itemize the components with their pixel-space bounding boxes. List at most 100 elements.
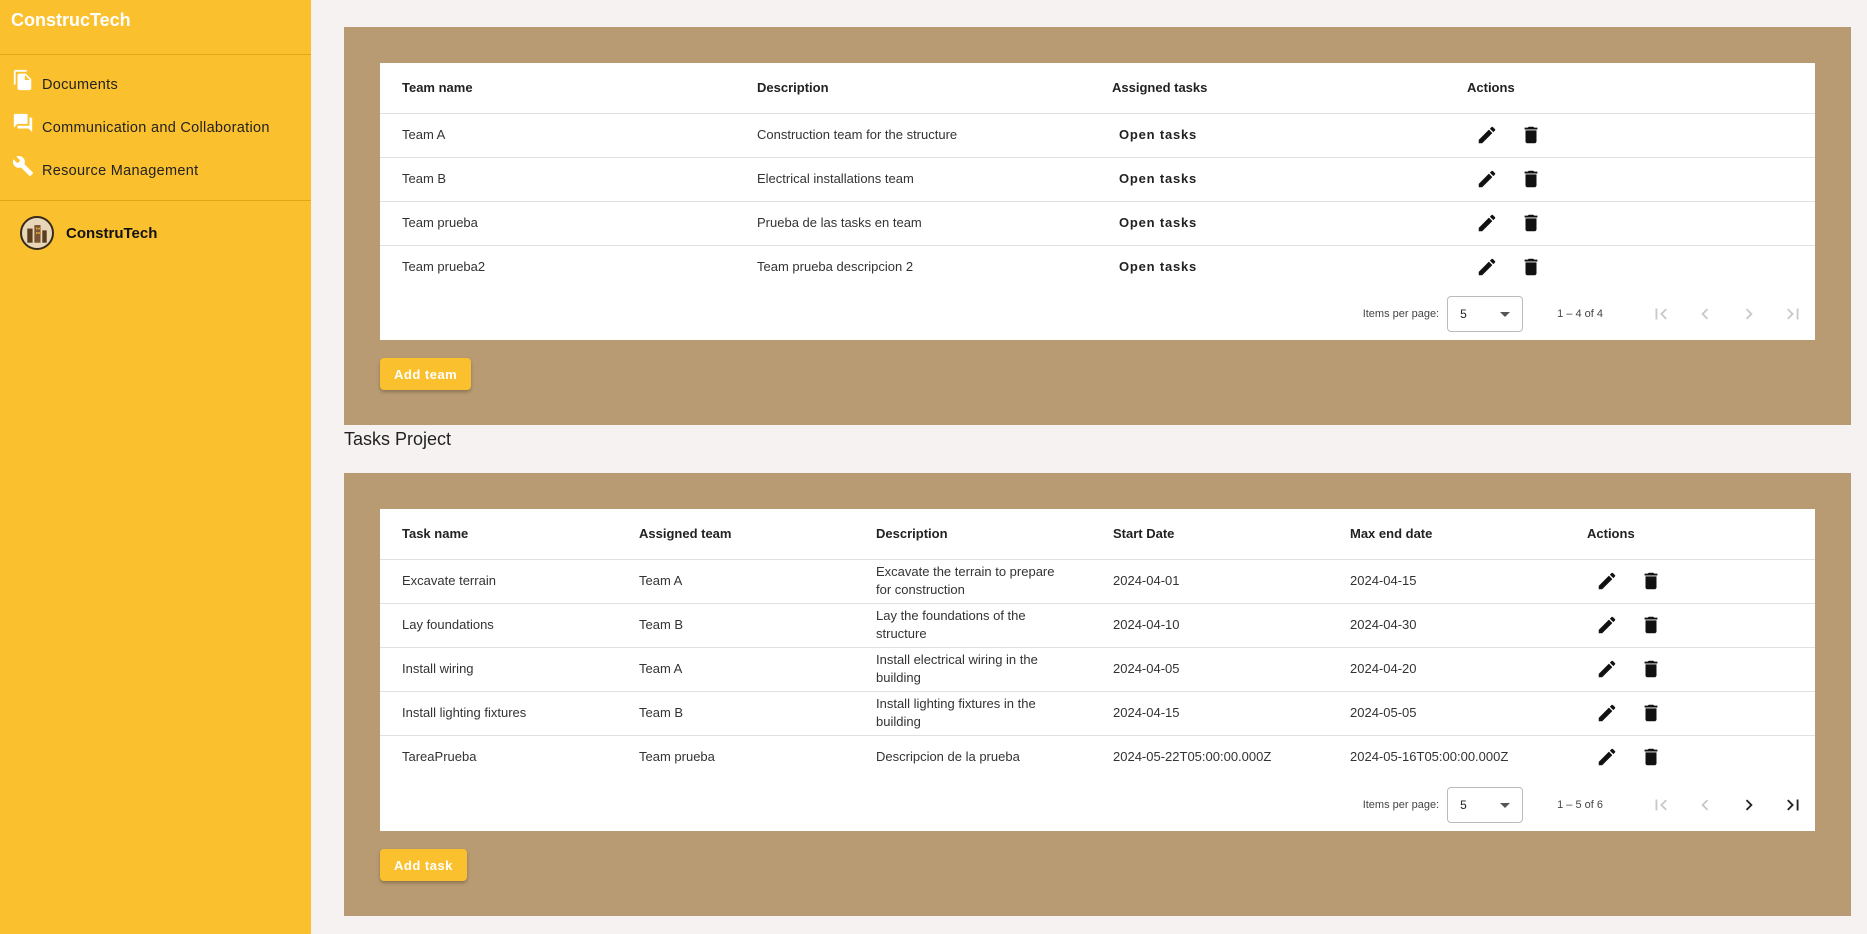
sidebar-item-label: Resource Management: [42, 162, 199, 179]
items-per-page-label: Items per page:: [1362, 308, 1440, 320]
sidebar-item-documents[interactable]: Documents: [0, 63, 311, 106]
teams-header-row: Team name Description Assigned tasks Act…: [380, 63, 1815, 114]
open-tasks-link[interactable]: Open tasks: [1112, 127, 1197, 142]
tasks-table-card: Task name Assigned team Description Star…: [380, 509, 1815, 831]
sidebar-item-label: Documents: [42, 76, 119, 93]
edit-icon[interactable]: [1476, 256, 1498, 278]
sidebar-item-communication[interactable]: Communication and Collaboration: [0, 106, 311, 149]
previous-page-button[interactable]: [1683, 294, 1727, 334]
edit-icon[interactable]: [1476, 124, 1498, 146]
tasks-panel: Task name Assigned team Description Star…: [344, 473, 1851, 916]
previous-page-button[interactable]: [1683, 785, 1727, 825]
delete-icon[interactable]: [1520, 124, 1542, 146]
tasks-header-row: Task name Assigned team Description Star…: [380, 509, 1815, 560]
task-start-date: 2024-04-10: [1091, 603, 1328, 648]
task-end-date: 2024-04-15: [1328, 559, 1565, 604]
profile-name: ConstruTech: [66, 224, 158, 242]
edit-icon[interactable]: [1596, 570, 1618, 592]
delete-icon[interactable]: [1640, 658, 1662, 680]
edit-icon[interactable]: [1596, 614, 1618, 636]
delete-icon[interactable]: [1640, 614, 1662, 636]
task-team: Team A: [617, 559, 854, 604]
edit-icon[interactable]: [1476, 168, 1498, 190]
row-actions: [1587, 614, 1793, 636]
task-description: Excavate the terrain to prepare for cons…: [854, 559, 1091, 604]
first-page-icon: [1655, 799, 1667, 811]
first-page-icon: [1655, 308, 1667, 320]
next-page-button[interactable]: [1727, 785, 1771, 825]
column-header[interactable]: Start Date: [1091, 509, 1328, 560]
column-header[interactable]: Max end date: [1328, 509, 1565, 560]
delete-icon[interactable]: [1640, 570, 1662, 592]
column-header[interactable]: Description: [735, 63, 1090, 114]
task-start-date: 2024-05-22T05:00:00.000Z: [1113, 749, 1272, 765]
next-page-button[interactable]: [1727, 294, 1771, 334]
page-range: 1 – 5 of 6: [1557, 799, 1603, 811]
delete-icon[interactable]: [1640, 746, 1662, 768]
column-header[interactable]: Team name: [380, 63, 735, 114]
delete-icon[interactable]: [1520, 256, 1542, 278]
task-description: Descripcion de la prueba: [876, 749, 1020, 765]
chevron-left-icon: [1701, 799, 1709, 811]
task-end-date: 2024-05-16T05:00:00.000Z: [1350, 749, 1509, 765]
items-per-page-select[interactable]: 5: [1447, 296, 1524, 332]
task-start-date: 2024-04-01: [1091, 559, 1328, 604]
table-row: Team A Construction team for the structu…: [380, 113, 1815, 158]
row-actions: [1587, 658, 1793, 680]
last-page-button[interactable]: [1771, 785, 1815, 825]
wrench-icon: [12, 155, 34, 176]
delete-icon[interactable]: [1640, 702, 1662, 724]
task-description: Install lighting fixtures in the buildin…: [854, 691, 1091, 736]
last-page-icon: [1787, 308, 1799, 320]
open-tasks-link[interactable]: Open tasks: [1112, 215, 1197, 230]
building-logo-icon: [22, 218, 52, 248]
last-page-button[interactable]: [1771, 294, 1815, 334]
add-task-button[interactable]: Add task: [380, 849, 467, 881]
first-page-button[interactable]: [1639, 785, 1683, 825]
chevron-left-icon: [1701, 308, 1709, 320]
delete-icon[interactable]: [1520, 212, 1542, 234]
task-name: Install lighting fixtures: [380, 691, 617, 736]
edit-icon[interactable]: [1596, 746, 1618, 768]
page-size-value: 5: [1460, 798, 1467, 812]
edit-icon[interactable]: [1476, 212, 1498, 234]
avatar: [20, 216, 54, 250]
documents-icon: [13, 69, 32, 90]
column-header[interactable]: Task name: [380, 509, 617, 560]
task-description: Install electrical wiring in the buildin…: [854, 647, 1091, 692]
edit-icon[interactable]: [1596, 702, 1618, 724]
column-header[interactable]: Assigned tasks: [1090, 63, 1445, 114]
table-row: TareaPrueba Team prueba Descripcion de l…: [380, 735, 1815, 779]
chevron-right-icon: [1745, 308, 1753, 320]
first-page-button[interactable]: [1639, 294, 1683, 334]
row-actions: [1467, 256, 1793, 278]
row-actions: [1467, 212, 1793, 234]
team-description: Prueba de las tasks en team: [735, 201, 1090, 246]
team-name: Team A: [380, 113, 735, 158]
profile[interactable]: ConstruTech: [0, 201, 311, 265]
open-tasks-link[interactable]: Open tasks: [1112, 171, 1197, 186]
team-description: Team prueba descripcion 2: [757, 259, 914, 275]
app-title: ConstrucTech: [0, 0, 311, 55]
task-team: Team A: [617, 647, 854, 692]
column-header[interactable]: Description: [854, 509, 1091, 560]
delete-icon[interactable]: [1520, 168, 1542, 190]
column-header[interactable]: Assigned team: [617, 509, 854, 560]
chat-icon: [13, 113, 33, 132]
teams-panel: Team name Description Assigned tasks Act…: [344, 27, 1851, 425]
table-row: Install lighting fixtures Team B Install…: [380, 691, 1815, 736]
edit-icon[interactable]: [1596, 658, 1618, 680]
teams-table-card: Team name Description Assigned tasks Act…: [380, 63, 1815, 340]
column-header: Actions: [1445, 63, 1815, 114]
task-end-date: 2024-05-05: [1328, 691, 1565, 736]
open-tasks-link[interactable]: Open tasks: [1112, 259, 1197, 274]
team-name: Team B: [380, 157, 735, 202]
team-description: Construction team for the structure: [735, 113, 1090, 158]
row-actions: [1587, 702, 1793, 724]
add-team-button[interactable]: Add team: [380, 358, 472, 390]
row-actions: [1587, 746, 1793, 768]
sidebar-item-resource-management[interactable]: Resource Management: [0, 149, 311, 192]
task-end-date: 2024-04-20: [1328, 647, 1565, 692]
caret-down-icon: [1500, 311, 1511, 317]
items-per-page-select[interactable]: 5: [1447, 787, 1524, 823]
